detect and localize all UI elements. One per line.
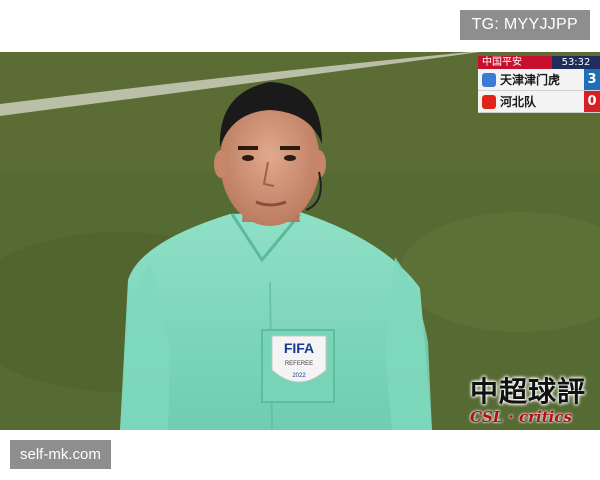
scoreboard-row-away: 河北队 0 bbox=[478, 91, 600, 113]
away-team-score: 0 bbox=[584, 91, 600, 112]
match-clock: 53:32 bbox=[552, 56, 600, 69]
top-white-band: TG: MYYJJPP bbox=[0, 0, 600, 52]
fifa-patch-subtitle: REFEREE bbox=[285, 361, 313, 367]
hebei-logo-icon bbox=[482, 94, 496, 109]
home-team-score: 3 bbox=[584, 69, 600, 90]
scoreboard-league: 中国平安 bbox=[478, 56, 552, 69]
tianjin-logo-icon bbox=[482, 72, 496, 87]
watermark-chinese: 中超球評 bbox=[470, 375, 587, 408]
fifa-patch-title: FIFA bbox=[284, 340, 314, 356]
site-url-badge: self-mk.com bbox=[10, 440, 111, 469]
scoreboard-overlay: 中国平安 53:32 天津津门虎 3 河北队 0 bbox=[478, 56, 600, 114]
watermark-english: CSL · critics bbox=[470, 408, 572, 426]
away-team-name: 河北队 bbox=[500, 95, 537, 109]
fifa-patch-year: 2022 bbox=[292, 373, 306, 379]
scoreboard-row-home: 天津津门虎 3 bbox=[478, 69, 600, 91]
referee-photo: FIFA REFEREE 2022 中国平安 53:32 天津津门虎 3 河北队… bbox=[0, 52, 600, 430]
home-team-name: 天津津门虎 bbox=[500, 73, 561, 87]
csl-critics-watermark: 中超球評 CSL · critics bbox=[470, 370, 600, 430]
bottom-white-band: self-mk.com bbox=[0, 430, 600, 480]
telegram-handle-badge: TG: MYYJJPP bbox=[459, 10, 590, 40]
